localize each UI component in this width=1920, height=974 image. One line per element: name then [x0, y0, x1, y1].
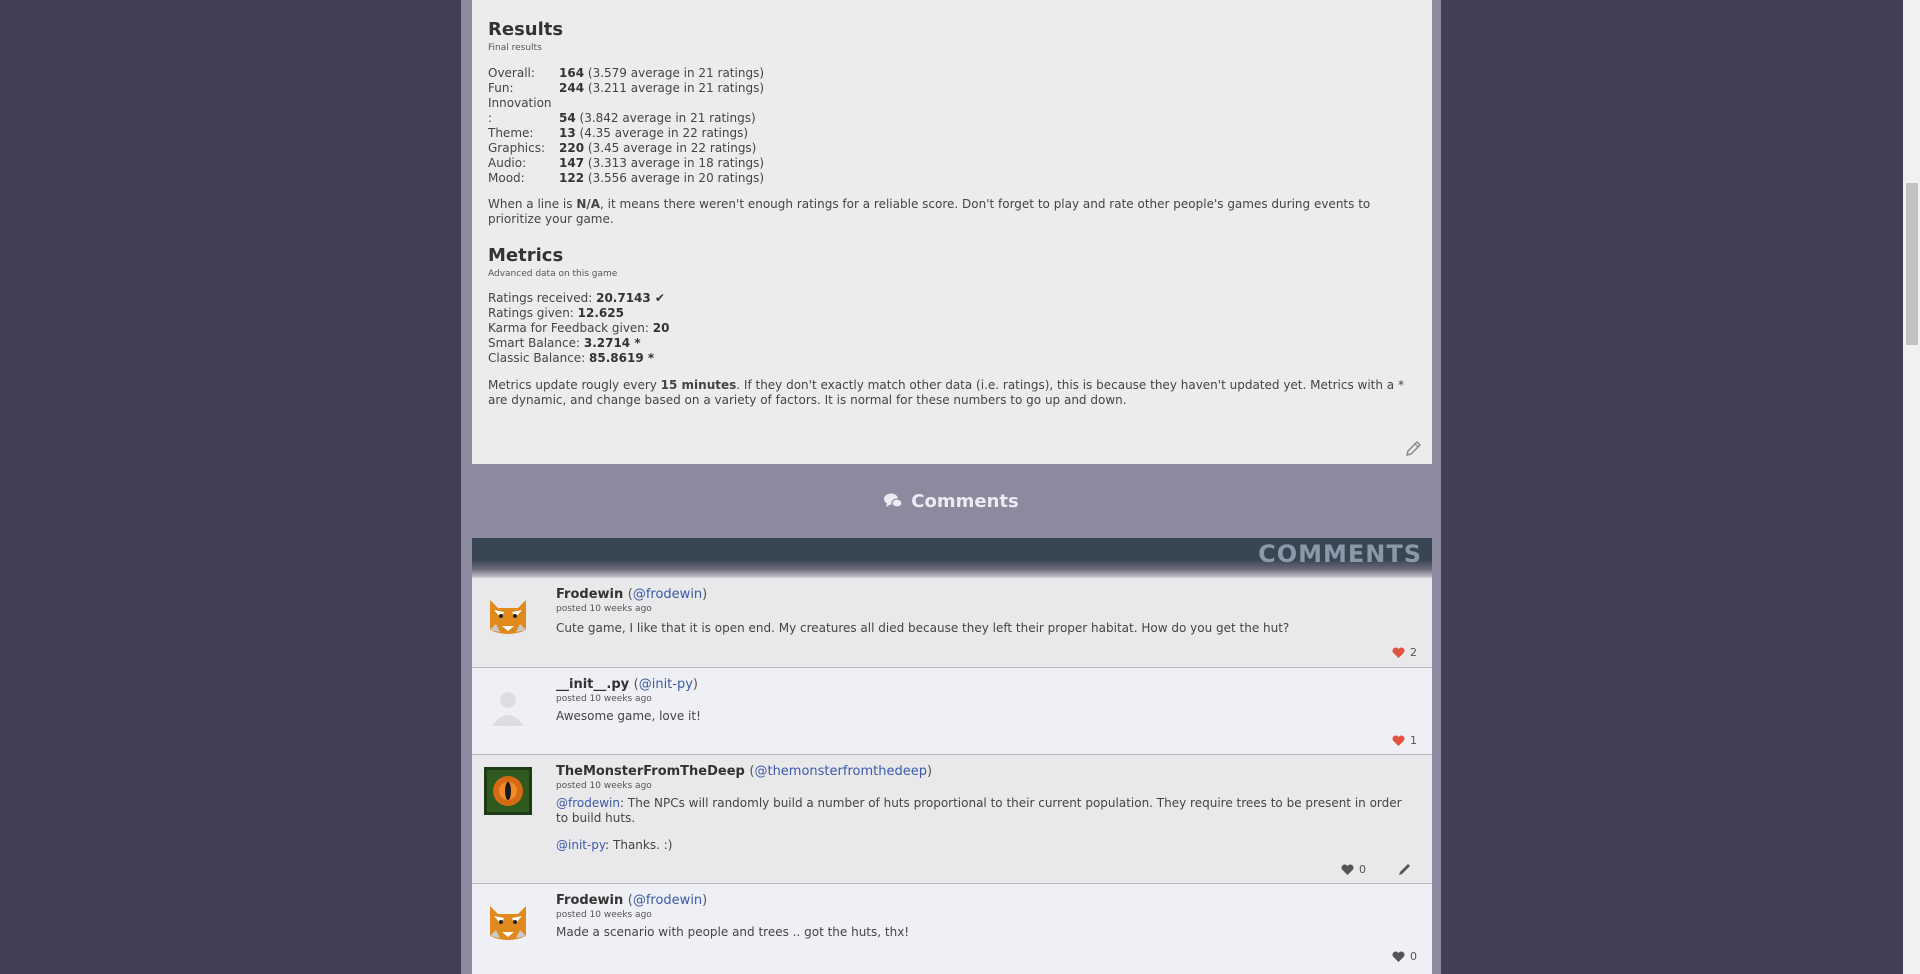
page-scrollbar[interactable]	[1903, 0, 1920, 974]
comments-heading: Comments	[461, 464, 1441, 538]
pencil-icon[interactable]	[1404, 438, 1424, 458]
game-stats-panel: Results Final results Overall: 164 (3.579…	[472, 0, 1432, 464]
comment-body: Made a scenario with people and trees ..…	[556, 925, 910, 939]
comment-body-line: @init-py: Thanks. :)	[556, 838, 673, 852]
comment-body: Cute game, I like that it is open end. M…	[556, 621, 1290, 635]
cat-avatar[interactable]	[484, 896, 532, 944]
author-name[interactable]: TheMonsterFromTheDeep	[556, 764, 745, 779]
like-button[interactable]: 0	[1392, 950, 1417, 963]
comment-item: Frodewin (@frodewin) posted 10 weeks ago…	[472, 578, 1432, 668]
comment-item: Frodewin (@frodewin) posted 10 weeks ago…	[472, 884, 1432, 974]
like-button[interactable]: 0	[1341, 863, 1366, 876]
scrollbar-thumb[interactable]	[1906, 183, 1918, 345]
chat-bubbles-icon	[884, 493, 903, 508]
mention-link[interactable]: @init-py	[556, 838, 605, 852]
metric-classic-balance: Classic Balance: 85.8619 *	[488, 351, 655, 365]
like-count: 0	[1359, 863, 1366, 876]
result-row-innovation: :54 (3.842 average in 21 ratings)	[488, 111, 756, 125]
comment-timestamp: posted 10 weeks ago	[556, 694, 652, 704]
comment-body: @frodewin: The NPCs will randomly build …	[556, 796, 1402, 825]
heart-icon	[1392, 734, 1405, 746]
comments-heading-label: Comments	[911, 490, 1019, 512]
result-row-audio: Audio: 147 (3.313 average in 18 ratings)	[488, 156, 764, 170]
like-count: 1	[1410, 734, 1417, 747]
comment-author: Frodewin (@frodewin)	[556, 893, 708, 908]
comment-body: Awesome game, love it!	[556, 709, 701, 723]
metric-smart-balance: Smart Balance: 3.2714 *	[488, 336, 641, 350]
pencil-icon[interactable]	[1397, 861, 1413, 877]
author-handle-link[interactable]: @frodewin	[633, 587, 702, 602]
metric-ratings-received: Ratings received: 20.7143 ✔	[488, 291, 665, 305]
metrics-title: Metrics	[488, 245, 564, 266]
comment-author: __init__.py (@init-py)	[556, 677, 698, 692]
metrics-note: Metrics update rougly every 15 minutes. …	[488, 378, 1404, 407]
result-row-mood: Mood: 122 (3.556 average in 20 ratings)	[488, 171, 764, 185]
result-row-theme: Theme: 13 (4.35 average in 22 ratings)	[488, 126, 749, 140]
comment-timestamp: posted 10 weeks ago	[556, 781, 652, 791]
heart-icon	[1341, 863, 1354, 875]
cat-avatar[interactable]	[484, 590, 532, 638]
heart-icon	[1392, 950, 1405, 962]
comment-author: TheMonsterFromTheDeep (@themonsterfromth…	[556, 764, 933, 779]
comments-banner-label: COMMENTS	[1258, 540, 1422, 568]
author-handle-link[interactable]: @init-py	[639, 677, 693, 692]
monster-avatar[interactable]	[484, 767, 532, 815]
like-button[interactable]: 1	[1392, 734, 1417, 747]
like-button[interactable]: 2	[1392, 646, 1417, 659]
results-subtitle: Final results	[488, 43, 542, 53]
metrics-subtitle: Advanced data on this game	[488, 269, 618, 279]
author-handle-link[interactable]: @frodewin	[633, 893, 702, 908]
heart-icon	[1392, 646, 1405, 658]
metric-karma: Karma for Feedback given: 20	[488, 321, 670, 335]
comment-timestamp: posted 10 weeks ago	[556, 604, 652, 614]
results-note: When a line is N/A, it means there weren…	[488, 197, 1371, 226]
mention-link[interactable]: @frodewin	[556, 796, 620, 810]
comment-item: __init__.py (@init-py) posted 10 weeks a…	[472, 668, 1432, 755]
comment-author: Frodewin (@frodewin)	[556, 587, 708, 602]
result-row-fun: Fun: 244 (3.211 average in 21 ratings)	[488, 81, 764, 95]
content-column: Results Final results Overall: 164 (3.579…	[461, 0, 1441, 974]
comment-item: TheMonsterFromTheDeep (@themonsterfromth…	[472, 755, 1432, 884]
like-count: 0	[1410, 950, 1417, 963]
results-title: Results	[488, 19, 564, 40]
author-name[interactable]: __init__.py	[556, 677, 629, 692]
comments-banner: COMMENTS	[472, 538, 1432, 578]
result-row-graphics: Graphics: 220 (3.45 average in 22 ratings…	[488, 141, 757, 155]
author-name[interactable]: Frodewin	[556, 893, 623, 908]
result-row-innovation-label: Innovation	[488, 96, 552, 110]
result-row-overall: Overall: 164 (3.579 average in 21 ratings…	[488, 66, 764, 80]
like-count: 2	[1410, 646, 1417, 659]
default-avatar[interactable]	[484, 680, 532, 728]
comment-timestamp: posted 10 weeks ago	[556, 910, 652, 920]
metric-ratings-given: Ratings given: 12.625	[488, 306, 624, 320]
author-name[interactable]: Frodewin	[556, 587, 623, 602]
author-handle-link[interactable]: @themonsterfromthedeep	[754, 764, 927, 779]
